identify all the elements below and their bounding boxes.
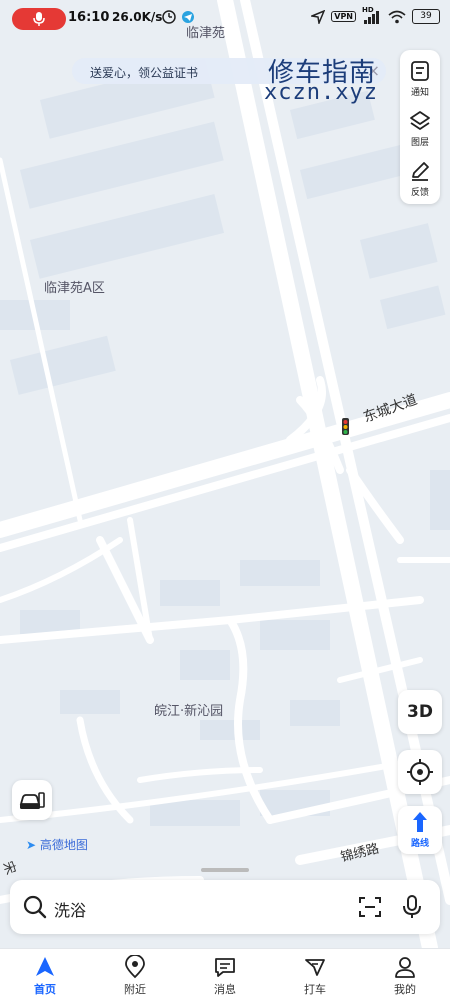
layers-icon xyxy=(410,111,430,130)
pencil-icon xyxy=(412,162,429,181)
wifi-icon xyxy=(388,10,406,23)
battery-indicator: 39 xyxy=(412,9,440,24)
brand-logo: ➤ 高德地图 xyxy=(26,836,88,853)
nav-taxi-label: 打车 xyxy=(304,983,326,996)
bottom-nav: 首页 附近 消息 打车 我的 xyxy=(0,948,450,1001)
status-bar: 16:10 26.0K/s VPN HD 39 xyxy=(0,0,450,36)
map-roads xyxy=(0,0,450,948)
nav-profile-label: 我的 xyxy=(394,983,416,996)
search-bar[interactable]: 洗浴 xyxy=(10,880,440,934)
traffic-car-button[interactable] xyxy=(12,780,52,820)
pin-icon xyxy=(125,955,145,979)
map-label-area-a: 临津苑A区 xyxy=(44,281,105,296)
traffic-light-icon xyxy=(342,418,349,435)
locate-button[interactable] xyxy=(398,750,442,794)
3d-toggle-button[interactable]: 3D xyxy=(398,690,442,734)
car-icon xyxy=(19,792,45,809)
route-arrow-icon xyxy=(413,812,427,832)
microphone-icon[interactable] xyxy=(400,894,424,920)
nav-nearby-label: 附近 xyxy=(124,983,146,996)
location-arrow-icon xyxy=(311,9,326,24)
nav-home-label: 首页 xyxy=(34,983,56,996)
notify-label: 通知 xyxy=(410,88,429,98)
nav-profile[interactable]: 我的 xyxy=(360,949,450,1001)
route-button[interactable]: 路线 xyxy=(398,806,442,854)
feedback-label: 反馈 xyxy=(410,188,429,198)
home-arrow-icon xyxy=(36,957,54,976)
map-canvas[interactable]: 临津苑 临津苑A区 东城大道 皖江·新沁园 锦绣路 宋 ➤ 高德地图 xyxy=(0,0,450,948)
layers-button[interactable]: 图层 xyxy=(400,102,440,152)
gaode-logo-icon: ➤ xyxy=(26,838,37,852)
layers-label: 图层 xyxy=(410,138,429,148)
notify-button[interactable]: 通知 xyxy=(400,52,440,102)
nav-taxi[interactable]: 打车 xyxy=(270,949,360,1001)
nav-messages[interactable]: 消息 xyxy=(180,949,270,1001)
banner-text: 送爱心，领公益证书 xyxy=(90,66,199,80)
map-label-community: 皖江·新沁园 xyxy=(154,704,224,719)
nav-nearby[interactable]: 附近 xyxy=(90,949,180,1001)
recording-indicator[interactable] xyxy=(12,8,66,30)
drag-handle[interactable] xyxy=(201,868,249,872)
network-speed: 26.0K/s xyxy=(112,10,163,24)
person-icon xyxy=(395,957,415,978)
status-time: 16:10 xyxy=(68,10,110,25)
microphone-icon xyxy=(33,12,45,26)
watermark-en: xczn.xyz xyxy=(264,80,378,105)
search-icon xyxy=(23,895,47,919)
signal-icon: HD xyxy=(362,6,382,24)
search-input[interactable]: 洗浴 xyxy=(54,897,86,921)
map-toolbar: 通知 图层 反馈 xyxy=(400,50,440,204)
notification-icon xyxy=(411,61,429,81)
brand-name: 高德地图 xyxy=(39,838,88,852)
feedback-button[interactable]: 反馈 xyxy=(400,152,440,202)
vpn-badge: VPN xyxy=(331,11,356,22)
scan-icon[interactable] xyxy=(358,895,382,919)
taxi-icon xyxy=(305,959,325,976)
message-icon xyxy=(215,958,235,977)
status-left-icons xyxy=(162,9,198,29)
status-right-icons: VPN HD 39 xyxy=(311,6,440,24)
nav-home[interactable]: 首页 xyxy=(0,949,90,1001)
crosshair-icon xyxy=(407,759,433,785)
route-label: 路线 xyxy=(410,839,429,849)
nav-messages-label: 消息 xyxy=(214,983,236,996)
